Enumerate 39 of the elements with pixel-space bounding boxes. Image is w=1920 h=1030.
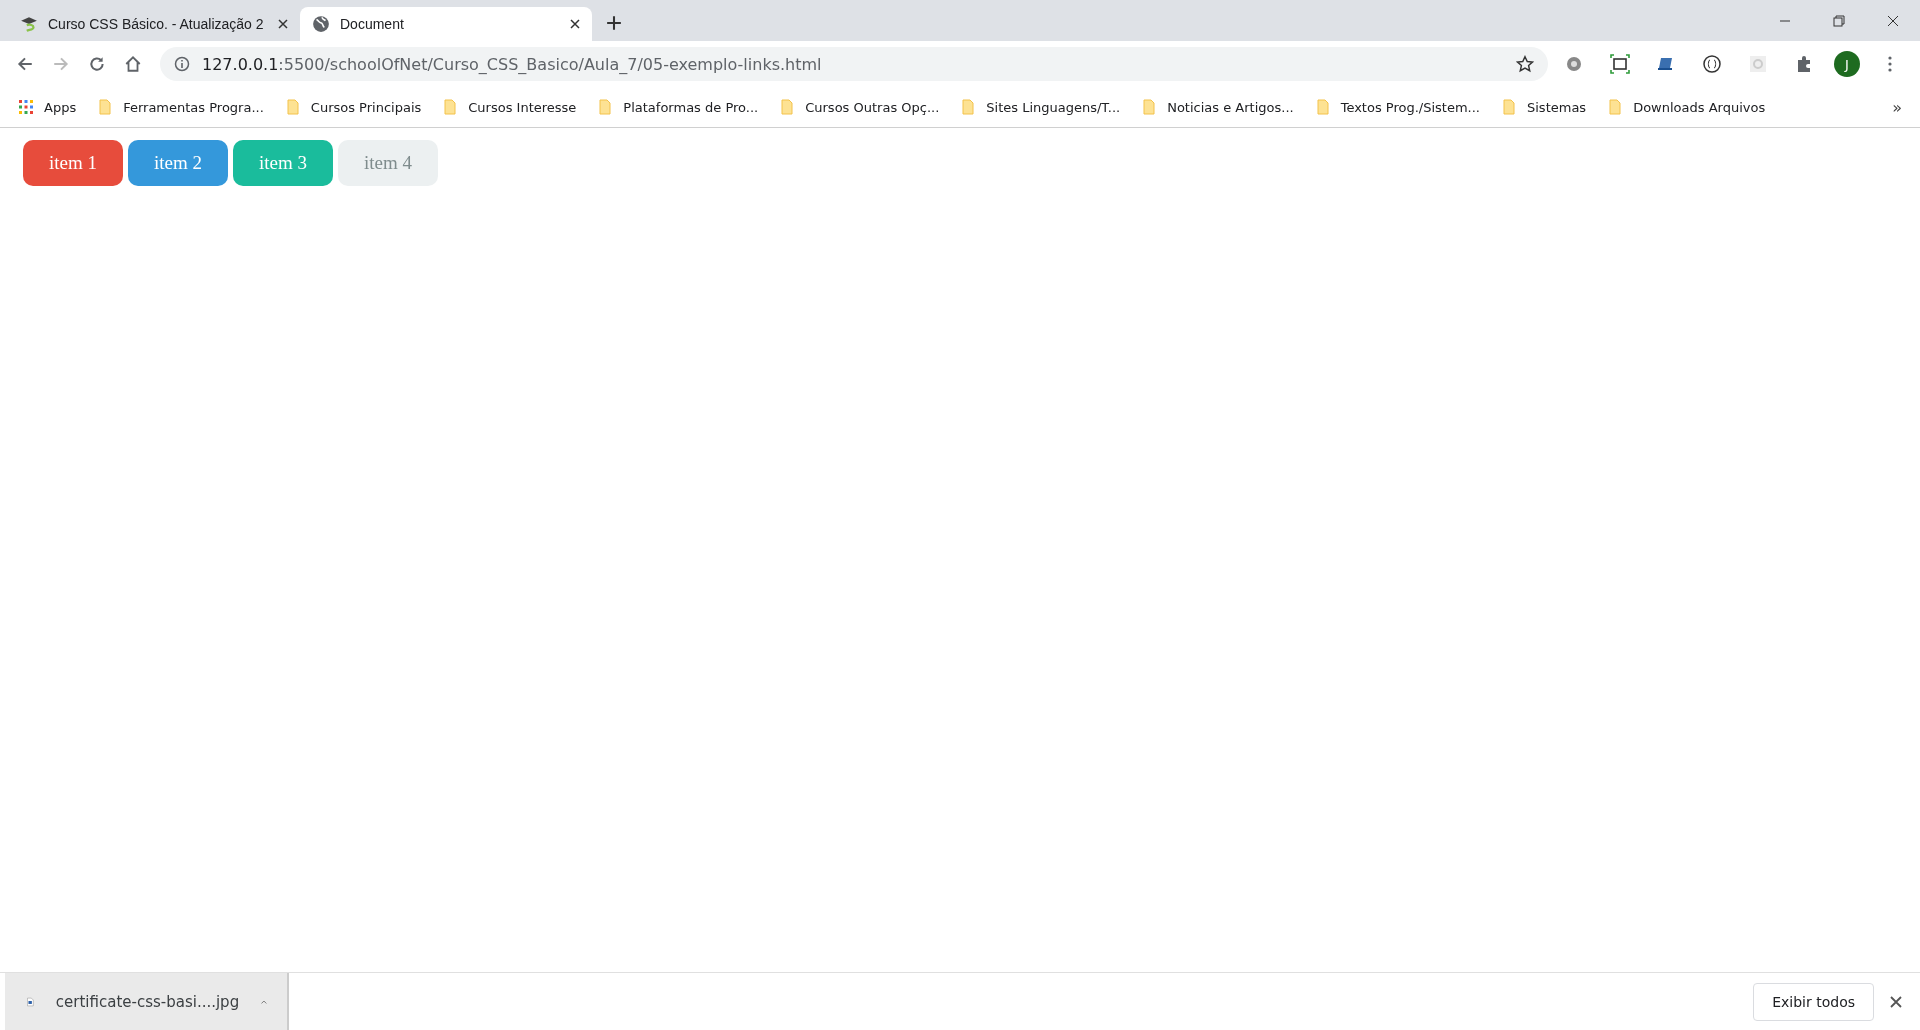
folder-icon: [1607, 99, 1624, 115]
url-text: 127.0.0.1:5500/schoolOfNet/Curso_CSS_Basico/Aula_7/05-exemplo-links.html: [202, 54, 822, 74]
browser-tab[interactable]: Curso CSS Básico. - Atualização 2: [8, 7, 300, 41]
new-tab-icon[interactable]: [606, 15, 622, 31]
bookmark-folder[interactable]: Sites Linguagens/T...: [960, 99, 1121, 115]
folder-icon: [442, 99, 459, 115]
folder-icon: [97, 99, 114, 115]
bookmark-folder[interactable]: Textos Prog./Sistem...: [1314, 99, 1480, 115]
folder-icon: [1501, 99, 1517, 115]
folder-icon: [597, 99, 614, 115]
mortarboard-icon: [20, 15, 38, 33]
bookmark-folder[interactable]: Downloads Arquivos: [1607, 99, 1766, 115]
folder-icon: [960, 99, 977, 115]
apps-bookmark[interactable]: Apps: [18, 99, 77, 115]
bookmark-folder[interactable]: Noticias e Artigos...: [1141, 99, 1294, 115]
bookmark-folder[interactable]: Cursos Principais: [284, 99, 422, 115]
folder-icon: [779, 99, 796, 115]
folder-icon: [1314, 99, 1331, 115]
download-item[interactable]: certificate-css-basi....jpg: [5, 973, 289, 1030]
show-all-button[interactable]: Exibir todos: [1753, 982, 1874, 1021]
close-icon[interactable]: [1890, 995, 1902, 1008]
bookmark-folder[interactable]: Sistemas: [1501, 99, 1587, 115]
info-icon[interactable]: [174, 56, 190, 72]
address-bar[interactable]: 127.0.0.1:5500/schoolOfNet/Curso_CSS_Basico/Aula_7/05-exemplo-links.html: [160, 47, 1548, 81]
bookmark-folder[interactable]: Ferramentas Progra...: [97, 99, 264, 115]
profile-avatar[interactable]: J: [1834, 51, 1860, 77]
close-icon[interactable]: [278, 19, 288, 29]
close-icon[interactable]: [570, 19, 580, 29]
star-icon[interactable]: [1516, 55, 1534, 73]
menu-link[interactable]: item 1: [23, 140, 123, 186]
folder-icon: [1141, 99, 1158, 115]
bookmark-folder[interactable]: Plataformas de Pro...: [597, 99, 759, 115]
apps-grid-icon: [18, 99, 34, 115]
bookmark-folder[interactable]: Cursos Interesse: [442, 99, 577, 115]
browser-tab[interactable]: Document: [300, 7, 592, 41]
bookmark-folder[interactable]: Cursos Outras Opç...: [779, 99, 940, 115]
globe-icon: [312, 15, 330, 33]
folder-icon: [284, 99, 301, 115]
more-bookmarks-button[interactable]: »: [1892, 97, 1902, 117]
